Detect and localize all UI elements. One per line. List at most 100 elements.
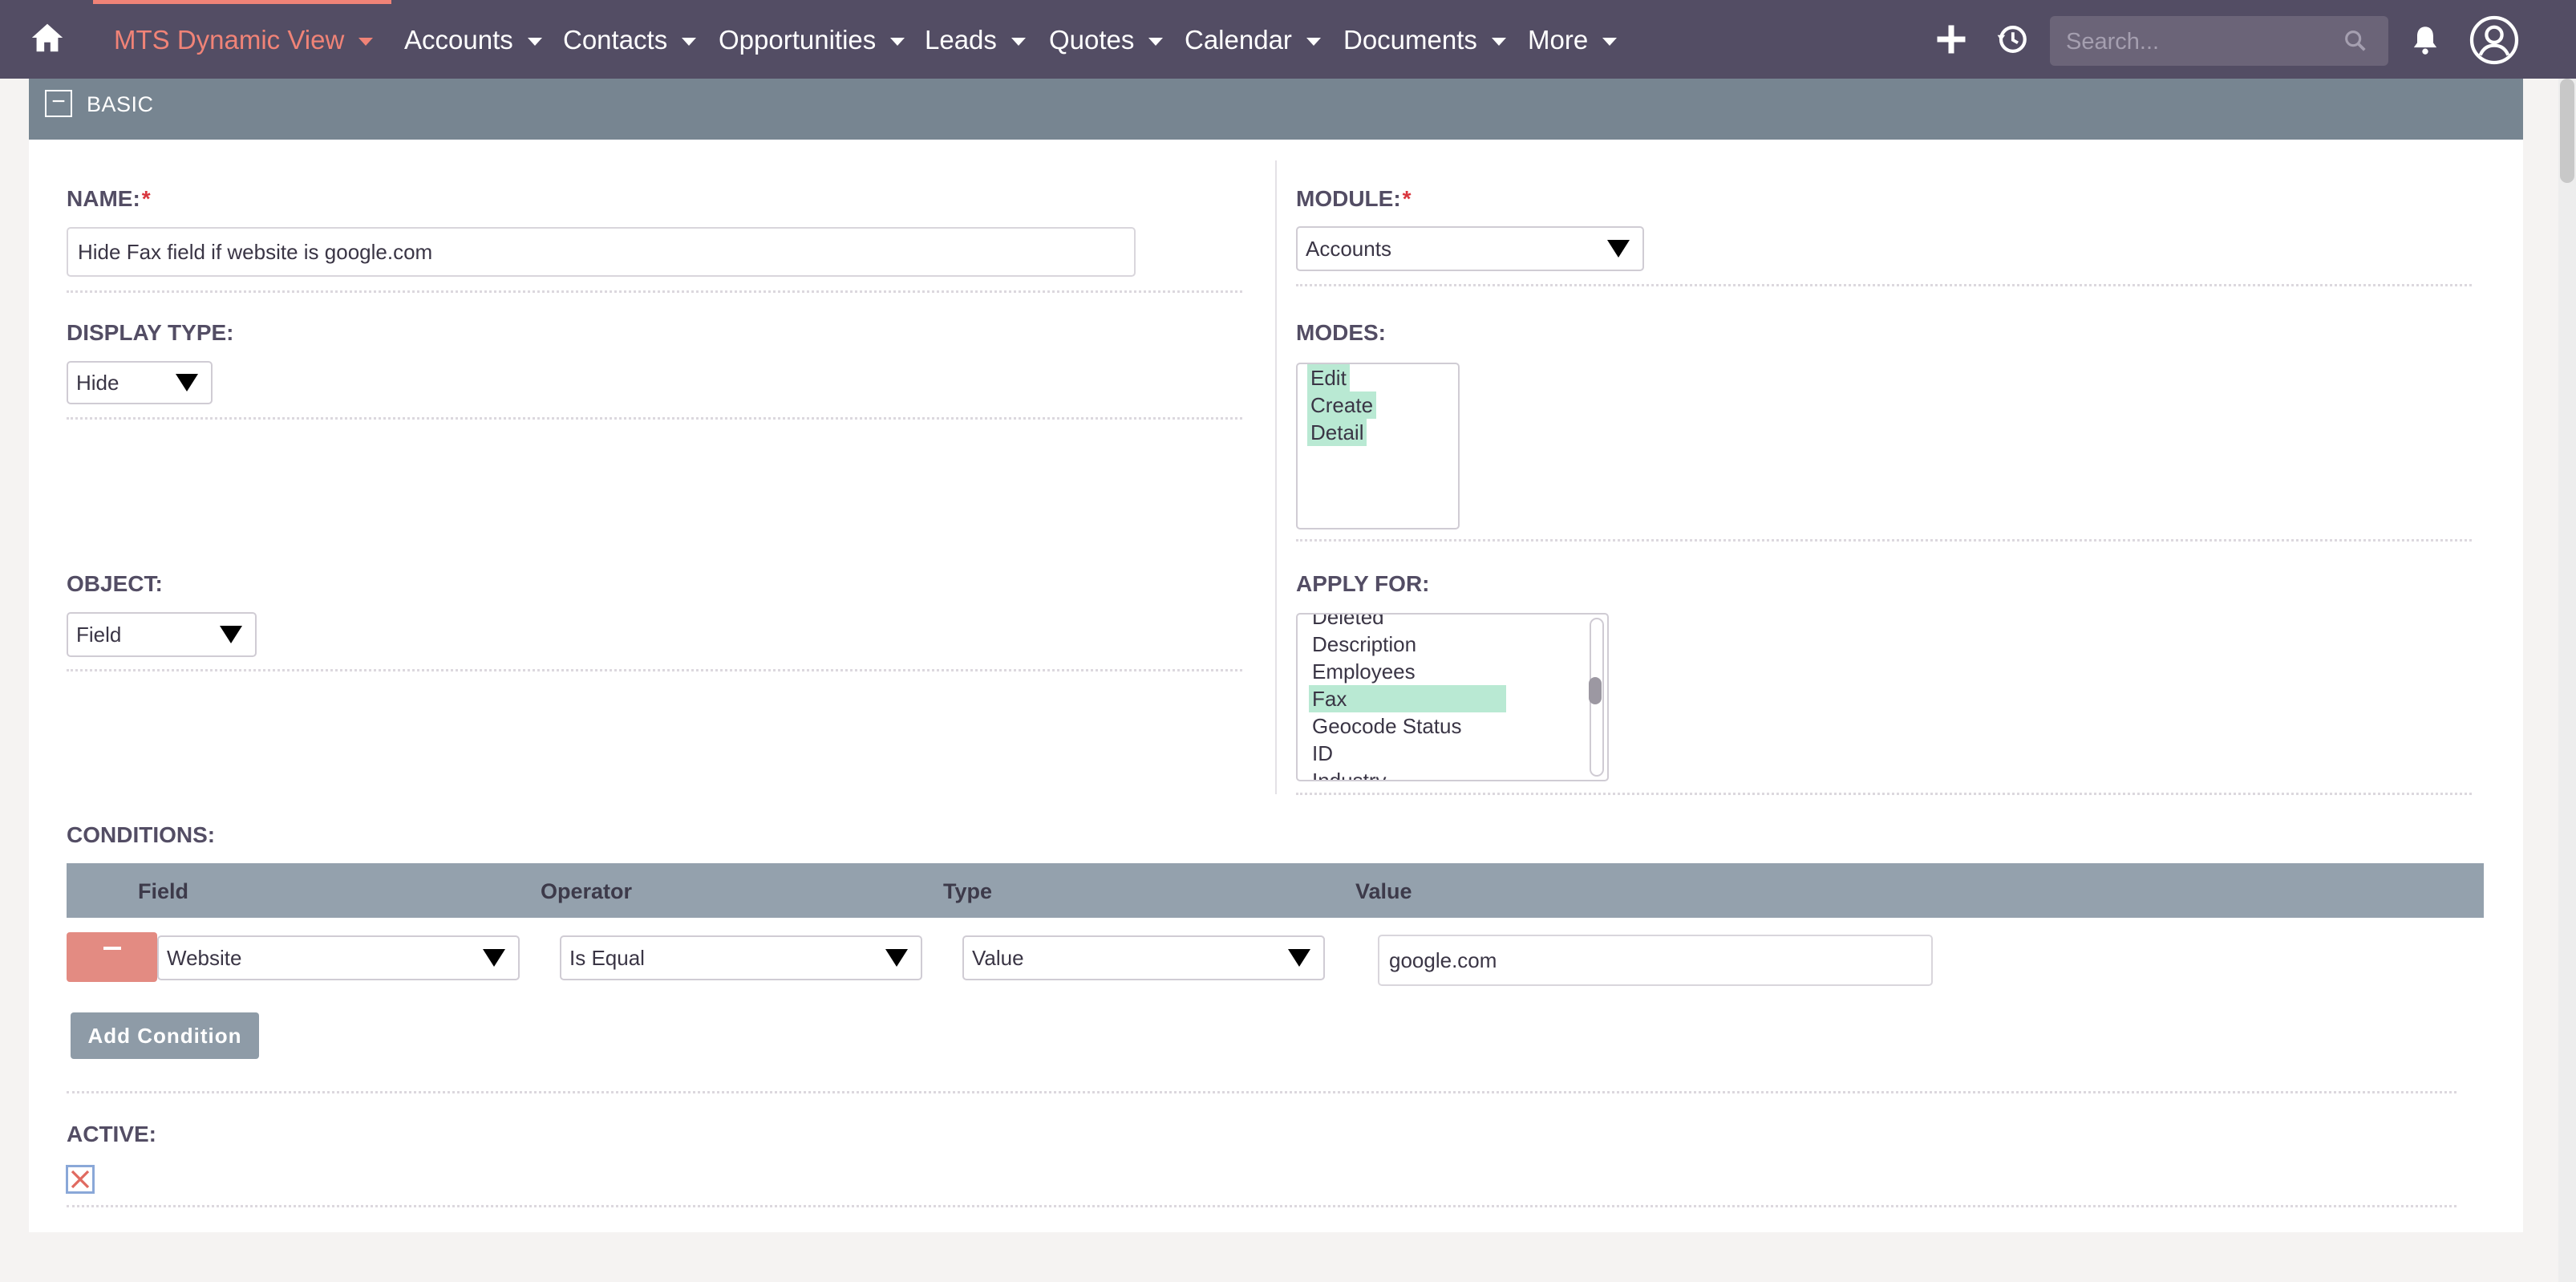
condition-type-value: Value — [972, 946, 1024, 970]
search-icon[interactable] — [2342, 27, 2369, 58]
module-select[interactable]: Accounts — [1296, 226, 1644, 271]
column-header-operator: Operator — [541, 879, 633, 903]
dropdown-arrow-icon — [483, 949, 505, 967]
object-label: OBJECT: — [67, 571, 163, 596]
apply-for-option[interactable]: Geocode Status — [1309, 712, 1464, 740]
nav-item-quotes[interactable]: Quotes — [1049, 22, 1164, 58]
add-condition-button[interactable]: Add Condition — [71, 1012, 259, 1059]
active-tab-indicator — [93, 0, 391, 4]
nav-item-accounts[interactable]: Accounts — [404, 22, 542, 58]
condition-field-value: Website — [167, 946, 242, 970]
nav-item-label: MTS Dynamic View — [114, 25, 345, 55]
chevron-down-icon — [1491, 38, 1506, 47]
history-icon[interactable] — [1995, 22, 2029, 59]
apply-for-listbox[interactable]: Deleted Description Employees Fax Geocod… — [1296, 613, 1609, 781]
nav-item-calendar[interactable]: Calendar — [1185, 22, 1321, 58]
apply-for-option[interactable]: Description — [1309, 631, 1420, 658]
dropdown-arrow-icon — [220, 626, 242, 643]
field-separator — [1296, 793, 2472, 795]
active-checkbox[interactable] — [66, 1165, 95, 1194]
apply-for-option[interactable]: Industry — [1309, 767, 1390, 780]
modes-option-edit[interactable]: Edit — [1307, 364, 1350, 391]
condition-operator-value: Is Equal — [569, 946, 645, 970]
modes-option-create[interactable]: Create — [1307, 391, 1377, 419]
column-header-type: Type — [943, 879, 993, 903]
field-separator — [67, 1205, 2457, 1207]
field-separator — [1296, 539, 2472, 542]
object-select-value: Field — [76, 623, 122, 647]
modes-option-detail[interactable]: Detail — [1307, 419, 1367, 446]
page-scrollbar[interactable] — [2558, 79, 2576, 1282]
apply-for-option-selected[interactable]: Fax — [1309, 685, 1506, 712]
chevron-down-icon — [1011, 38, 1026, 47]
module-select-value: Accounts — [1306, 237, 1391, 261]
field-separator — [67, 417, 1242, 420]
modes-listbox[interactable]: Edit Create Detail — [1296, 363, 1460, 529]
chevron-down-icon — [527, 38, 542, 47]
conditions-table-header: Field Operator Type Value — [67, 863, 2484, 918]
home-icon[interactable] — [29, 19, 66, 56]
name-label: NAME:* — [67, 186, 151, 211]
chevron-down-icon — [682, 38, 697, 47]
condition-type-select[interactable]: Value — [962, 935, 1325, 980]
nav-item-more[interactable]: More — [1528, 22, 1618, 58]
plus-icon[interactable] — [1934, 22, 1968, 59]
panel-title: BASIC — [87, 92, 154, 116]
nav-item-label: Quotes — [1049, 25, 1135, 55]
apply-for-option[interactable]: Employees — [1309, 658, 1419, 685]
field-separator — [1296, 284, 2472, 286]
apply-for-option[interactable]: Deleted — [1309, 615, 1387, 631]
apply-for-option[interactable]: ID — [1309, 740, 1336, 767]
remove-condition-button[interactable] — [67, 932, 157, 982]
object-select[interactable]: Field — [67, 612, 257, 657]
chevron-down-icon — [890, 38, 905, 47]
required-marker: * — [1402, 186, 1412, 211]
top-navigation-bar: MTS Dynamic View Accounts Contacts Oppor… — [0, 0, 2576, 79]
condition-field-select[interactable]: Website — [157, 935, 520, 980]
field-separator — [67, 290, 1242, 293]
active-label: ACTIVE: — [67, 1122, 156, 1146]
nav-item-label: Calendar — [1185, 25, 1292, 55]
display-type-label: DISPLAY TYPE: — [67, 320, 234, 345]
collapse-toggle-icon[interactable]: − — [45, 90, 72, 117]
column-header-value: Value — [1355, 879, 1412, 903]
required-marker: * — [141, 186, 151, 211]
nav-item-label: Accounts — [404, 25, 513, 55]
page-scroll-thumb[interactable] — [2560, 79, 2574, 183]
field-separator — [67, 1091, 2457, 1093]
nav-item-contacts[interactable]: Contacts — [563, 22, 697, 58]
modes-label: MODES: — [1296, 320, 1386, 345]
display-type-select-value: Hide — [76, 371, 119, 395]
dropdown-arrow-icon — [885, 949, 908, 967]
bell-icon[interactable] — [2409, 22, 2441, 61]
name-input[interactable]: Hide Fax field if website is google.com — [67, 227, 1136, 277]
field-separator — [67, 669, 1242, 671]
condition-operator-select[interactable]: Is Equal — [560, 935, 922, 980]
conditions-label: CONDITIONS: — [67, 822, 216, 847]
minus-icon — [103, 947, 121, 950]
nav-item-opportunities[interactable]: Opportunities — [719, 22, 905, 58]
chevron-down-icon — [1148, 38, 1164, 47]
nav-item-mts-dynamic-view[interactable]: MTS Dynamic View — [114, 22, 374, 58]
nav-item-label: Contacts — [563, 25, 668, 55]
display-type-select[interactable]: Hide — [67, 361, 213, 404]
nav-item-label: More — [1528, 25, 1589, 55]
nav-item-label: Leads — [925, 25, 997, 55]
nav-item-leads[interactable]: Leads — [925, 22, 1026, 58]
dropdown-arrow-icon — [1288, 949, 1310, 967]
condition-value-input[interactable]: google.com — [1378, 935, 1933, 986]
basic-panel-header[interactable]: − BASIC — [29, 79, 2523, 140]
user-avatar-icon[interactable] — [2469, 14, 2520, 69]
close-x-icon — [71, 1170, 90, 1189]
nav-item-documents[interactable]: Documents — [1343, 22, 1506, 58]
dropdown-arrow-icon — [176, 374, 198, 391]
apply-for-label: APPLY FOR: — [1296, 571, 1430, 596]
chevron-down-icon — [358, 38, 374, 47]
chevron-down-icon — [1602, 38, 1618, 47]
search-input[interactable] — [2064, 16, 2340, 67]
dropdown-arrow-icon — [1607, 240, 1630, 258]
listbox-scroll-thumb[interactable] — [1589, 677, 1602, 704]
nav-item-label: Opportunities — [719, 25, 877, 55]
column-divider — [1275, 160, 1277, 794]
global-search[interactable] — [2050, 16, 2388, 67]
